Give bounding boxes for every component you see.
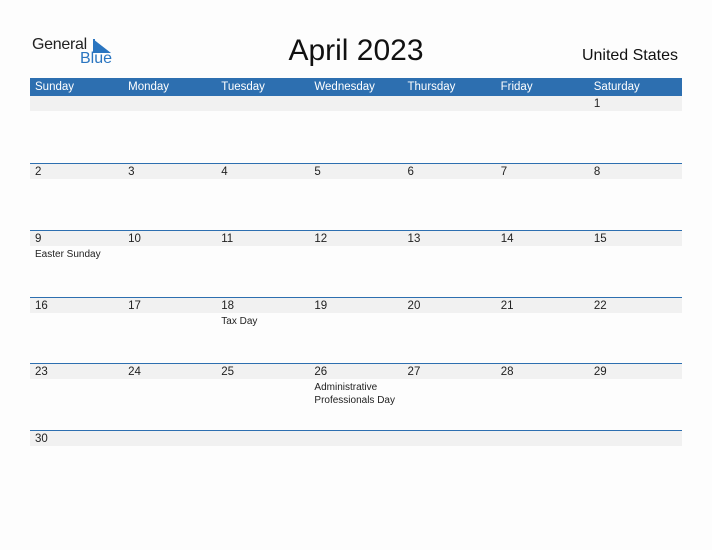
- holiday-label: Easter Sunday: [35, 249, 101, 260]
- day-number: 5: [314, 166, 321, 178]
- weekday-thursday: Thursday: [407, 81, 456, 93]
- day-cell: 18 Tax Day: [216, 298, 309, 358]
- day-cell: 1: [589, 96, 682, 156]
- day-number: 26: [314, 366, 328, 378]
- day-cell: 12: [309, 231, 402, 291]
- day-cell: [589, 431, 682, 491]
- day-cell: 6: [403, 164, 496, 224]
- day-number: [594, 431, 682, 447]
- day-cell: 9 Easter Sunday: [30, 231, 123, 291]
- day-number: 30: [35, 433, 48, 445]
- day-number: 12: [314, 233, 328, 245]
- day-number: 9: [35, 233, 42, 245]
- weekday-friday: Friday: [500, 81, 533, 93]
- day-cell: 16: [30, 298, 123, 358]
- day-cell: 8: [589, 164, 682, 224]
- day-number: [408, 96, 496, 112]
- day-cell: [309, 96, 402, 156]
- day-number: [314, 96, 402, 112]
- day-number: [221, 96, 309, 112]
- weekday-wednesday: Wednesday: [314, 81, 375, 93]
- day-cell: 14: [496, 231, 589, 291]
- holiday-label: Administrative Professionals Day: [314, 382, 395, 406]
- day-number: [128, 431, 216, 447]
- day-cell: 25: [216, 364, 309, 424]
- day-cell: 19: [309, 298, 402, 358]
- day-cell: [496, 431, 589, 491]
- day-cell: 2: [30, 164, 123, 224]
- day-number: 27: [407, 366, 421, 378]
- day-number: [501, 431, 589, 447]
- day-number: [35, 96, 123, 112]
- day-cell: [216, 96, 309, 156]
- day-number: 6: [407, 166, 414, 178]
- day-number: 11: [221, 233, 234, 245]
- day-number: [314, 431, 402, 447]
- day-number: 25: [221, 366, 235, 378]
- day-number: 7: [500, 166, 508, 178]
- day-cell: 5: [309, 164, 402, 224]
- day-cell: 4: [216, 164, 309, 224]
- day-cell: 24: [123, 364, 216, 424]
- day-cell: 10: [123, 231, 216, 291]
- day-cell: [403, 431, 496, 491]
- day-cell: [496, 96, 589, 156]
- day-cell: 28: [496, 364, 589, 424]
- day-number: 23: [35, 366, 48, 378]
- day-cell: [123, 96, 216, 156]
- day-cell: [403, 96, 496, 156]
- day-number: [128, 96, 216, 112]
- day-number: [408, 431, 496, 447]
- day-cell: 17: [123, 298, 216, 358]
- weekday-header: Sunday Monday Tuesday Wednesday Thursday…: [30, 78, 682, 96]
- day-number: 22: [593, 300, 607, 312]
- weekday-saturday: Saturday: [593, 81, 640, 93]
- weekday-monday: Monday: [128, 81, 170, 93]
- day-number: 10: [128, 233, 141, 245]
- day-number: 24: [128, 366, 141, 378]
- day-number: 13: [407, 233, 421, 245]
- holiday-label: Tax Day: [221, 316, 258, 327]
- day-cell: 20: [403, 298, 496, 358]
- day-number: 3: [128, 166, 135, 178]
- day-number: 28: [500, 366, 514, 378]
- day-cell: 13: [403, 231, 496, 291]
- day-cell: [309, 431, 402, 491]
- day-number: 1: [593, 98, 601, 110]
- day-number: 29: [593, 366, 607, 378]
- day-cell: 30: [30, 431, 123, 491]
- day-cell: 11: [216, 231, 309, 291]
- day-cell: 7: [496, 164, 589, 224]
- day-cell: [123, 431, 216, 491]
- day-number: 20: [407, 300, 421, 312]
- day-cell: 22: [589, 298, 682, 358]
- day-number: 15: [593, 233, 607, 245]
- day-number: [221, 431, 309, 447]
- day-cell: 3: [123, 164, 216, 224]
- country-label: United States: [581, 47, 678, 64]
- day-number: 17: [128, 300, 141, 312]
- day-number: 21: [500, 300, 514, 312]
- day-cell: 21: [496, 298, 589, 358]
- day-number: 4: [221, 166, 228, 178]
- weekday-tuesday: Tuesday: [221, 81, 265, 93]
- day-number: 19: [314, 300, 328, 312]
- day-cell: 29: [589, 364, 682, 424]
- day-number: 8: [593, 166, 601, 178]
- day-number: [501, 96, 589, 112]
- day-cell: [216, 431, 309, 491]
- day-cell: 27: [403, 364, 496, 424]
- day-number: 18: [221, 300, 235, 312]
- day-cell: 26 Administrative Professionals Day: [309, 364, 402, 424]
- day-cell: [30, 96, 123, 156]
- day-number: 16: [35, 300, 48, 312]
- day-cell: 23: [30, 364, 123, 424]
- day-number: 2: [35, 166, 42, 178]
- day-number: 14: [500, 233, 514, 245]
- day-cell: 15: [589, 231, 682, 291]
- weekday-sunday: Sunday: [35, 81, 75, 93]
